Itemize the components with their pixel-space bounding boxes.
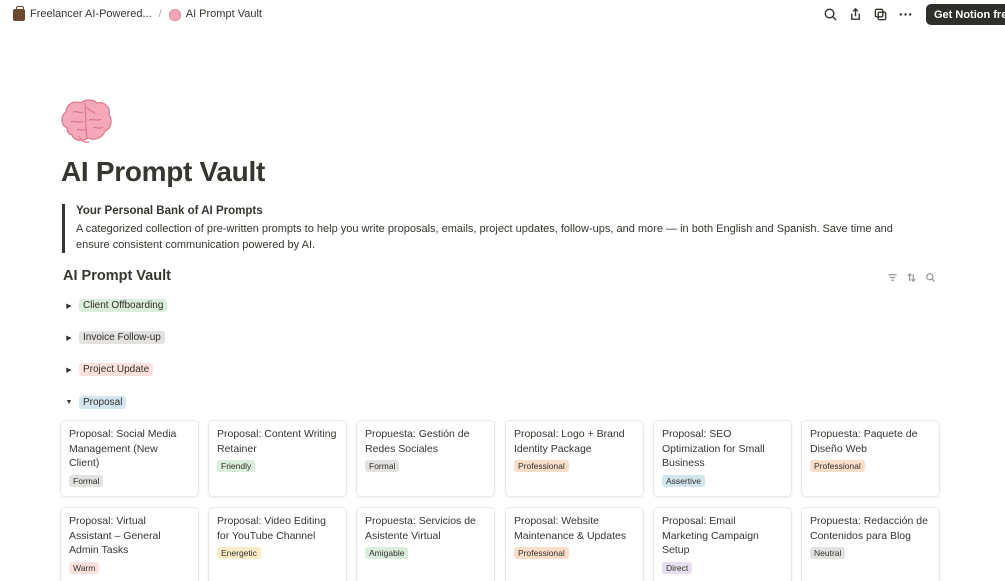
share-icon[interactable]: [847, 7, 863, 23]
card-title: Proposal: Virtual Assistant – General Ad…: [69, 515, 161, 556]
prompt-card[interactable]: Proposal: Website Maintenance & Updates …: [505, 507, 644, 581]
tone-tag: Energetic: [217, 547, 261, 559]
tone-tag: Professional: [810, 460, 865, 472]
tone-tag: Neutral: [810, 547, 846, 559]
card-title: Proposal: Logo + Brand Identity Package: [514, 428, 625, 455]
prompt-card[interactable]: Propuesta: Paquete de Diseño Web Profess…: [801, 420, 940, 497]
breadcrumb-current-label: AI Prompt Vault: [185, 8, 262, 20]
card-title: Propuesta: Servicios de Asistente Virtua…: [365, 515, 476, 542]
filter-icon[interactable]: [886, 271, 898, 283]
database-search-icon[interactable]: [924, 271, 936, 283]
group-client-offboarding[interactable]: ▶ Client Offboarding: [63, 299, 168, 312]
prompt-card[interactable]: Proposal: SEO Optimization for Small Bus…: [653, 420, 792, 497]
breadcrumb-item-parent[interactable]: Freelancer AI-Powered...: [10, 6, 155, 22]
prompt-card[interactable]: Propuesta: Servicios de Asistente Virtua…: [356, 507, 495, 581]
tone-tag: Friendly: [217, 460, 256, 472]
brain-icon: [168, 9, 181, 21]
top-bar: Freelancer AI-Powered... / AI Prompt Vau…: [0, 0, 1005, 29]
card-title: Propuesta: Gestión de Redes Sociales: [365, 428, 470, 455]
tone-tag: Warm: [69, 561, 100, 574]
page-brain-icon[interactable]: [59, 98, 113, 144]
quote-heading: Your Personal Bank of AI Prompts: [76, 205, 263, 217]
prompt-card[interactable]: Propuesta: Gestión de Redes Sociales For…: [356, 420, 495, 497]
tone-tag: Formal: [365, 460, 400, 472]
prompt-card[interactable]: Proposal: Social Media Management (New C…: [60, 420, 199, 497]
breadcrumb-separator: /: [158, 8, 162, 20]
prompt-card[interactable]: Propuesta: Redacción de Contenidos para …: [801, 507, 940, 581]
prompt-card[interactable]: Proposal: Logo + Brand Identity Package …: [505, 420, 644, 497]
card-title: Proposal: SEO Optimization for Small Bus…: [662, 428, 765, 469]
group-tag: Proposal: [79, 396, 127, 409]
card-title: Propuesta: Redacción de Contenidos para …: [810, 515, 928, 542]
tone-tag: Professional: [514, 547, 569, 559]
card-title: Proposal: Content Writing Retainer: [217, 428, 337, 455]
breadcrumb-item-current[interactable]: AI Prompt Vault: [166, 6, 265, 22]
quote-body: A categorized collection of pre-written …: [76, 223, 893, 251]
group-tag: Project Update: [79, 363, 154, 376]
database-title[interactable]: AI Prompt Vault: [63, 268, 171, 284]
group-invoice-follow-up[interactable]: ▶ Invoice Follow-up: [63, 331, 165, 344]
more-icon[interactable]: [897, 7, 913, 23]
card-title: Proposal: Website Maintenance & Updates: [514, 515, 627, 542]
search-icon[interactable]: [822, 7, 838, 23]
breadcrumb-parent-label: Freelancer AI-Powered...: [30, 8, 152, 20]
card-title: Proposal: Social Media Management (New C…: [69, 428, 177, 469]
group-tag: Invoice Follow-up: [79, 331, 165, 344]
prompt-card[interactable]: Proposal: Email Marketing Campaign Setup…: [653, 507, 792, 581]
collapsed-triangle-icon[interactable]: ▶: [63, 302, 75, 310]
group-proposal[interactable]: ▼ Proposal: [63, 396, 127, 409]
collapsed-triangle-icon[interactable]: ▶: [63, 334, 75, 342]
tone-tag: Assertive: [662, 474, 705, 487]
breadcrumb: Freelancer AI-Powered... / AI Prompt Vau…: [10, 6, 265, 22]
tone-tag: Direct: [662, 561, 693, 574]
intro-quote: Your Personal Bank of AI Prompts A categ…: [62, 204, 932, 253]
expanded-triangle-icon[interactable]: ▼: [63, 399, 75, 406]
group-tag: Client Offboarding: [79, 299, 168, 312]
tone-tag: Formal: [69, 474, 104, 487]
prompt-card[interactable]: Proposal: Video Editing for YouTube Chan…: [208, 507, 347, 581]
database-toolbar: [886, 271, 936, 283]
topbar-actions: Get Notion free: [822, 4, 1005, 25]
briefcase-icon: [13, 6, 25, 21]
card-title: Proposal: Email Marketing Campaign Setup: [662, 515, 759, 556]
prompt-card[interactable]: Proposal: Virtual Assistant – General Ad…: [60, 507, 199, 581]
tone-tag: Amigable: [365, 547, 409, 559]
sort-icon[interactable]: [905, 271, 917, 283]
page-title[interactable]: AI Prompt Vault: [61, 156, 265, 188]
get-notion-free-button[interactable]: Get Notion free: [926, 4, 1005, 25]
tone-tag: Professional: [514, 460, 569, 472]
collapsed-triangle-icon[interactable]: ▶: [63, 366, 75, 374]
prompt-card[interactable]: Proposal: Content Writing Retainer Frien…: [208, 420, 347, 497]
group-project-update[interactable]: ▶ Project Update: [63, 363, 154, 376]
card-title: Proposal: Video Editing for YouTube Chan…: [217, 515, 326, 542]
duplicate-icon[interactable]: [872, 7, 888, 23]
card-title: Propuesta: Paquete de Diseño Web: [810, 428, 918, 455]
